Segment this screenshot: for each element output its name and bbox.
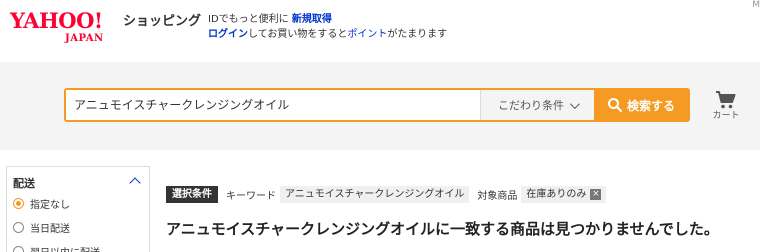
login-promo: IDでもっと便利に 新規取得 ログインしてお買い物をするとポイントがたまります	[208, 12, 447, 42]
site-header: YAHOO! JAPAN ショッピング IDでもっと便利に 新規取得 ログインし…	[0, 0, 760, 62]
close-icon[interactable]: ×	[590, 188, 602, 200]
keyword-chip: アニュモイスチャークレンジングオイル	[280, 185, 470, 203]
keyword-label: キーワード	[226, 190, 276, 202]
signup-link[interactable]: 新規取得	[292, 14, 332, 25]
radio-selected-icon	[13, 197, 24, 209]
promo-text-middle: してお買い物をすると	[248, 29, 348, 40]
search-icon	[607, 98, 623, 113]
target-chip-label: 在庫ありのみ	[526, 188, 587, 200]
search-band: こだわり条件 検索する カート	[0, 62, 760, 150]
delivery-option-same-day[interactable]: 当日配送	[13, 219, 70, 235]
cart-label: カート	[712, 111, 740, 121]
shopping-label[interactable]: ショッピング	[123, 13, 201, 31]
logo-main-text: YAHOO!	[10, 8, 103, 33]
search-input[interactable]	[66, 90, 480, 120]
promo-line-2: ログインしてお買い物をするとポイントがたまります	[208, 27, 447, 42]
page: YAHOO! JAPAN ショッピング IDでもっと便利に 新規取得 ログインし…	[0, 0, 760, 252]
logo-sub-text: JAPAN	[65, 33, 104, 44]
selected-criteria: 選択条件 キーワード アニュモイスチャークレンジングオイル 対象商品 在庫ありの…	[166, 185, 614, 203]
no-results-message: アニュモイスチャークレンジングオイルに一致する商品は見つかりませんでした。	[166, 220, 719, 238]
delivery-filter-title: 配送	[13, 177, 35, 190]
delivery-filter-panel: 配送 指定なし 当日配送 翌日以内に配送	[6, 166, 150, 252]
cart-button[interactable]: カート	[706, 90, 746, 126]
delivery-option-next-day[interactable]: 翌日以内に配送	[13, 243, 100, 252]
point-link[interactable]: ポイント	[347, 29, 387, 40]
search-bar: こだわり条件 検索する	[64, 88, 690, 122]
search-button[interactable]: 検索する	[594, 90, 688, 120]
promo-text-suffix: がたまります	[387, 29, 448, 40]
delivery-option-label: 当日配送	[30, 223, 70, 235]
corner-cut-text: M	[752, 0, 760, 10]
promo-line-1: IDでもっと便利に 新規取得	[208, 12, 447, 27]
delivery-option-unspecified[interactable]: 指定なし	[13, 195, 70, 211]
promo-text: IDでもっと便利に	[208, 14, 289, 25]
target-chip: 在庫ありのみ ×	[521, 185, 607, 203]
filter-conditions-label: こだわり条件	[498, 99, 564, 112]
delivery-option-label: 指定なし	[30, 199, 70, 211]
login-link[interactable]: ログイン	[208, 29, 248, 40]
radio-icon	[13, 221, 24, 233]
delivery-option-label: 翌日以内に配送	[30, 244, 100, 252]
criteria-badge: 選択条件	[166, 185, 218, 203]
chevron-down-icon	[569, 98, 580, 109]
cart-icon	[716, 91, 736, 109]
chevron-up-icon[interactable]	[129, 177, 141, 189]
filter-conditions-button[interactable]: こだわり条件	[480, 90, 594, 120]
yahoo-japan-logo[interactable]: YAHOO! JAPAN	[10, 8, 122, 48]
target-label: 対象商品	[477, 190, 518, 202]
radio-icon	[13, 245, 24, 252]
search-button-label: 検索する	[626, 98, 675, 113]
